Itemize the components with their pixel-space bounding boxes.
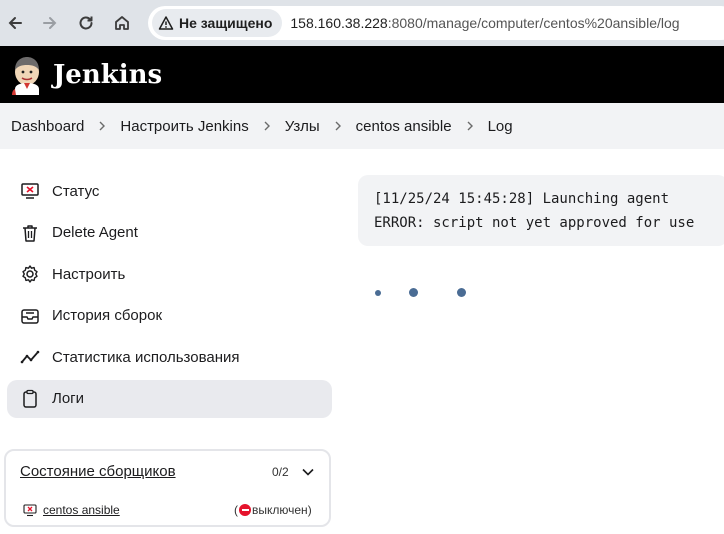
chevron-right-icon xyxy=(320,121,356,131)
trash-icon xyxy=(19,222,41,244)
reload-icon xyxy=(79,16,93,30)
jenkins-logo-icon[interactable] xyxy=(10,55,44,95)
chevron-right-icon xyxy=(249,121,285,131)
inbox-icon xyxy=(19,305,41,327)
sidebar-item-label: Delete Agent xyxy=(52,224,138,242)
computer-error-icon xyxy=(19,180,41,202)
chevron-down-icon[interactable] xyxy=(301,465,315,479)
executor-node-link[interactable]: centos ansible xyxy=(43,503,120,517)
log-output: [11/25/24 15:45:28] Launching agent ERRO… xyxy=(358,175,724,246)
home-button[interactable] xyxy=(104,5,140,41)
sidebar-item-label: Настроить xyxy=(52,265,126,283)
breadcrumb-node[interactable]: centos ansible xyxy=(356,118,452,135)
chevron-right-icon xyxy=(452,121,488,131)
security-label: Не защищено xyxy=(179,15,273,31)
sidebar-item-load-statistics[interactable]: Статистика использования xyxy=(7,338,332,376)
executors-panel: Состояние сборщиков 0/2 centos ansible (… xyxy=(4,449,331,527)
spinner-dot xyxy=(375,290,381,296)
sidebar-item-build-history[interactable]: История сборок xyxy=(7,297,332,335)
sidebar-item-delete-agent[interactable]: Delete Agent xyxy=(7,214,332,252)
breadcrumb-dashboard[interactable]: Dashboard xyxy=(11,118,84,135)
browser-toolbar: Не защищено 158.160.38.228:8080/manage/c… xyxy=(0,0,724,46)
status-paren-open: ( xyxy=(234,503,238,517)
forward-button[interactable] xyxy=(32,5,68,41)
back-button[interactable] xyxy=(0,5,33,41)
spinner-dot xyxy=(457,288,466,297)
side-panel: Статус Delete Agent Настроить История сб… xyxy=(7,172,332,422)
warning-icon xyxy=(158,16,174,30)
sidebar-item-label: Статус xyxy=(52,182,100,200)
clipboard-icon xyxy=(19,388,41,410)
chevron-right-icon xyxy=(84,121,120,131)
reload-button[interactable] xyxy=(68,5,104,41)
breadcrumb-manage-jenkins[interactable]: Настроить Jenkins xyxy=(120,118,248,135)
stop-icon xyxy=(239,504,251,516)
node-status-label: выключен xyxy=(252,503,308,517)
executors-count: 0/2 xyxy=(272,465,289,479)
sidebar-item-label: Статистика использования xyxy=(52,348,240,366)
node-offline-status: ( выключен ) xyxy=(234,503,312,517)
sidebar-item-configure[interactable]: Настроить xyxy=(7,255,332,293)
url-text[interactable]: 158.160.38.228:8080/manage/computer/cent… xyxy=(290,15,679,31)
security-chip[interactable]: Не защищено xyxy=(152,9,283,37)
breadcrumb-log[interactable]: Log xyxy=(488,118,513,135)
breadcrumb: Dashboard Настроить Jenkins Узлы centos … xyxy=(0,103,724,149)
sidebar-item-logs[interactable]: Логи xyxy=(7,379,332,418)
sidebar-item-label: Логи xyxy=(52,390,85,408)
trend-icon xyxy=(19,346,41,368)
jenkins-title[interactable]: Jenkins xyxy=(53,60,162,90)
url-path: :8080/manage/computer/centos%20ansible/l… xyxy=(387,15,680,31)
computer-error-icon xyxy=(23,504,37,517)
breadcrumb-nodes[interactable]: Узлы xyxy=(285,118,320,135)
sidebar-item-status[interactable]: Статус xyxy=(7,172,332,210)
arrow-left-icon xyxy=(8,17,22,29)
gear-icon xyxy=(19,263,41,285)
address-bar[interactable]: Не защищено 158.160.38.228:8080/manage/c… xyxy=(148,6,724,40)
executors-title[interactable]: Состояние сборщиков xyxy=(20,463,176,480)
jenkins-header: Jenkins xyxy=(0,46,724,103)
url-host: 158.160.38.228 xyxy=(290,15,388,31)
home-icon xyxy=(115,16,129,30)
status-paren-close: ) xyxy=(307,503,312,517)
sidebar-item-label: История сборок xyxy=(52,307,163,325)
spinner-dot xyxy=(409,288,418,297)
arrow-right-icon xyxy=(43,17,57,29)
